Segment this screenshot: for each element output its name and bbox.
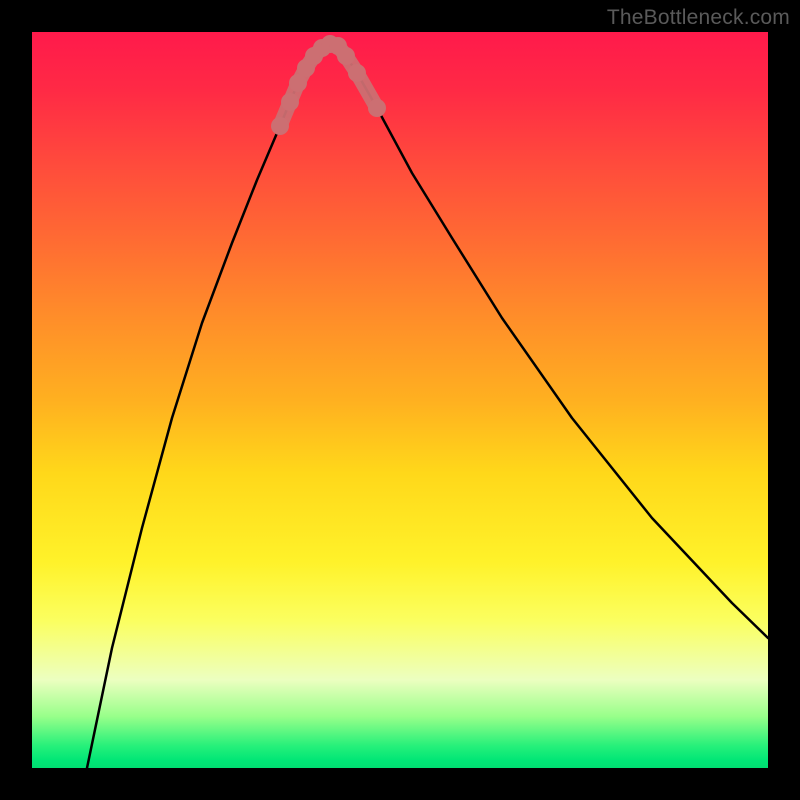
marker-dot bbox=[281, 93, 299, 111]
chart-frame: TheBottleneck.com bbox=[0, 0, 800, 800]
marker-dot bbox=[271, 117, 289, 135]
marker-dot bbox=[348, 64, 366, 82]
marker-layer bbox=[271, 35, 386, 135]
marker-dot bbox=[337, 47, 355, 65]
marker-dot bbox=[368, 99, 386, 117]
chart-svg bbox=[32, 32, 768, 768]
plot-area bbox=[32, 32, 768, 768]
watermark-text: TheBottleneck.com bbox=[607, 6, 790, 30]
bottleneck-curve bbox=[87, 44, 768, 768]
curve-layer bbox=[87, 44, 768, 768]
